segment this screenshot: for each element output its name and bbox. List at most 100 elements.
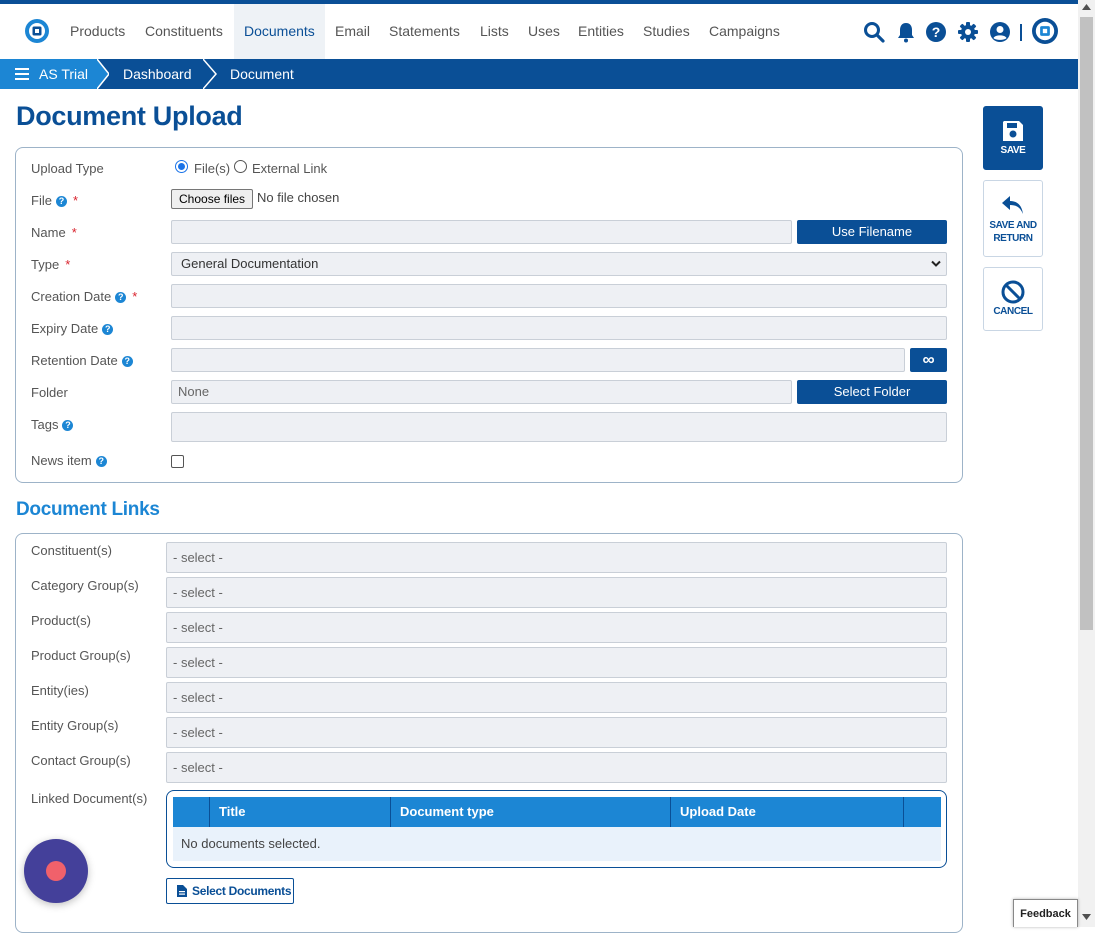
contact-groups-select[interactable]: - select - [166, 752, 947, 783]
svg-text:?: ? [932, 24, 941, 40]
folder-label: Folder [31, 385, 68, 400]
feedback-button[interactable]: Feedback [1013, 899, 1078, 927]
creation-date-input[interactable] [171, 284, 947, 308]
scroll-up-icon[interactable] [1082, 4, 1091, 10]
news-item-checkbox[interactable] [171, 455, 184, 468]
chevron-down-icon [931, 260, 941, 267]
table-header-title[interactable]: Title [209, 797, 390, 827]
nav-item-campaigns[interactable]: Campaigns [699, 4, 790, 59]
nav-item-lists[interactable]: Lists [470, 4, 519, 59]
link-label-entities: Entity(ies) [31, 683, 89, 698]
top-navbar: Products Constituents Documents Email St… [0, 4, 1078, 59]
required-marker: * [72, 193, 79, 208]
category-groups-select[interactable]: - select - [166, 577, 947, 608]
link-label-entity-groups: Entity Group(s) [31, 718, 119, 733]
nav-separator [1020, 24, 1022, 41]
app-switcher-icon[interactable] [1032, 18, 1058, 44]
choose-files-button[interactable]: Choose files [171, 189, 254, 209]
constituents-select[interactable]: - select - [166, 542, 947, 573]
retention-date-input[interactable] [171, 348, 905, 372]
required-marker: * [71, 225, 77, 240]
search-icon[interactable] [863, 21, 885, 43]
folder-input[interactable]: None [171, 380, 792, 404]
infinity-button[interactable]: ∞ [910, 348, 947, 372]
table-header-actions [903, 797, 941, 827]
breadcrumb-item-document: Document [230, 66, 294, 82]
cancel-button[interactable]: CANCEL [983, 267, 1043, 331]
name-input[interactable] [171, 220, 792, 244]
nav-item-constituents[interactable]: Constituents [135, 4, 233, 59]
record-dot-icon [46, 861, 66, 881]
file-label: File? * [31, 193, 79, 208]
menu-icon[interactable] [15, 68, 29, 80]
breadcrumb-chevron-icon [203, 59, 217, 89]
file-status: No file chosen [257, 190, 340, 205]
page-title: Document Upload [16, 101, 243, 131]
cancel-icon [1001, 280, 1025, 304]
nav-item-products[interactable]: Products [60, 4, 135, 59]
select-documents-button[interactable]: Select Documents [166, 878, 294, 904]
table-header-document-type[interactable]: Document type [390, 797, 670, 827]
products-select[interactable]: - select - [166, 612, 947, 643]
use-filename-button[interactable]: Use Filename [797, 220, 947, 244]
nav-item-email[interactable]: Email [325, 4, 380, 59]
app-logo-icon[interactable] [25, 19, 49, 43]
retention-date-label: Retention Date? [31, 353, 133, 368]
linked-documents-table: Title Document type Upload Date No docum… [166, 790, 947, 868]
scrollbar-thumb[interactable] [1080, 17, 1093, 630]
required-marker: * [132, 289, 138, 304]
reply-arrow-icon [1002, 196, 1023, 214]
upload-type-label: Upload Type [31, 161, 104, 176]
help-icon[interactable]: ? [925, 21, 947, 43]
floppy-disk-icon [1003, 121, 1023, 141]
document-links-heading: Document Links [16, 499, 160, 520]
select-folder-button[interactable]: Select Folder [797, 380, 947, 404]
tags-input[interactable] [171, 412, 947, 442]
nav-item-entities[interactable]: Entities [568, 4, 634, 59]
news-item-label: News item? [31, 453, 107, 468]
document-icon [177, 885, 187, 897]
help-icon[interactable]: ? [121, 356, 133, 367]
breadcrumb-chevron-icon [97, 59, 109, 89]
help-icon[interactable]: ? [95, 456, 107, 467]
table-header-select [173, 797, 210, 827]
nav-item-statements[interactable]: Statements [379, 4, 470, 59]
table-header: Title Document type Upload Date [173, 797, 941, 827]
nav-item-uses[interactable]: Uses [518, 4, 570, 59]
help-icon[interactable]: ? [62, 420, 74, 431]
upload-type-files-label: File(s) [194, 161, 231, 176]
breadcrumb-item-dashboard[interactable]: Dashboard [123, 59, 192, 89]
link-label-constituents: Constituent(s) [31, 543, 112, 558]
save-and-return-button[interactable]: SAVE AND RETURN [983, 180, 1043, 257]
entities-select[interactable]: - select - [166, 682, 947, 713]
bell-icon[interactable] [895, 21, 917, 43]
product-groups-select[interactable]: - select - [166, 647, 947, 678]
upload-type-external-radio[interactable] [234, 160, 247, 173]
upload-type-external-label: External Link [252, 161, 328, 176]
expiry-date-label: Expiry Date? [31, 321, 114, 336]
tags-label: Tags? [31, 417, 74, 432]
table-empty-row: No documents selected. [173, 827, 941, 861]
link-label-products: Product(s) [31, 613, 91, 628]
breadcrumb-item-as-trial[interactable]: AS Trial [0, 59, 97, 89]
help-icon[interactable]: ? [55, 196, 67, 207]
help-icon[interactable]: ? [115, 292, 127, 303]
floating-chat-button[interactable] [24, 839, 88, 903]
gear-icon[interactable] [957, 21, 979, 43]
help-icon[interactable]: ? [102, 324, 114, 335]
link-label-product-groups: Product Group(s) [31, 648, 131, 663]
upload-type-files-radio[interactable] [175, 160, 188, 173]
entity-groups-select[interactable]: - select - [166, 717, 947, 748]
expiry-date-input[interactable] [171, 316, 947, 340]
linked-documents-label: Linked Document(s) [31, 791, 148, 806]
user-icon[interactable] [989, 21, 1011, 43]
link-label-contact-groups: Contact Group(s) [31, 753, 131, 768]
name-label: Name * [31, 225, 77, 240]
type-select[interactable]: General Documentation [171, 252, 947, 276]
scroll-down-icon[interactable] [1082, 914, 1091, 920]
nav-item-documents[interactable]: Documents [234, 4, 325, 59]
save-button[interactable]: SAVE [983, 106, 1043, 170]
table-header-upload-date[interactable]: Upload Date [670, 797, 903, 827]
nav-item-studies[interactable]: Studies [633, 4, 700, 59]
breadcrumb: AS Trial Dashboard Document [0, 59, 1078, 89]
